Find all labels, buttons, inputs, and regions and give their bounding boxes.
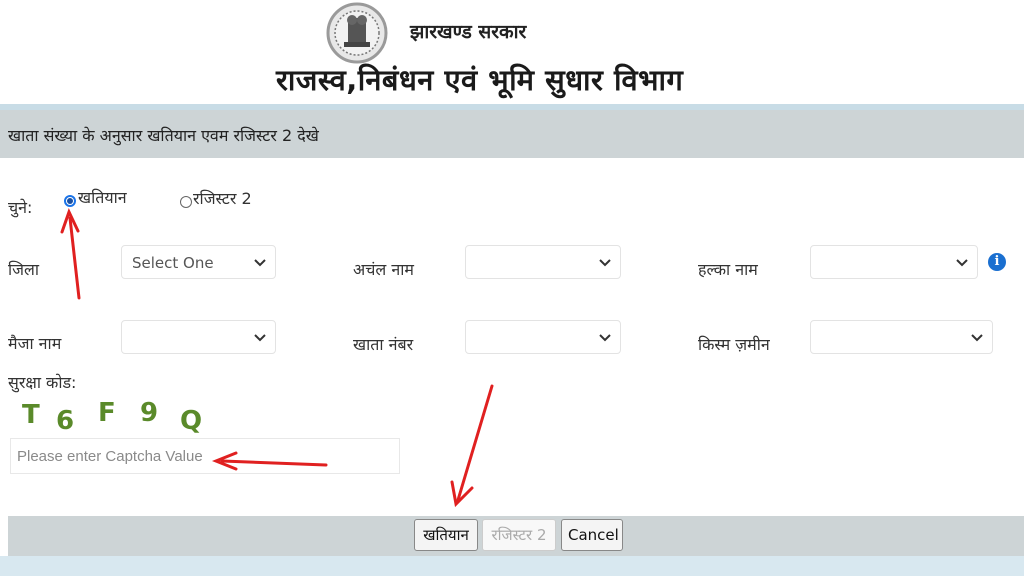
khatiyan-button[interactable]: खतियान — [414, 519, 478, 551]
district-label: जिला — [8, 260, 40, 279]
halka-select[interactable] — [810, 245, 978, 279]
chevron-down-icon — [599, 334, 611, 342]
form-title-bar: खाता संख्या के अनुसार खतियान एवम रजिस्टर… — [0, 110, 1024, 158]
khata-label: खाता नंबर — [353, 335, 414, 354]
chevron-down-icon — [956, 259, 968, 267]
land-type-label: किस्म ज़मीन — [698, 335, 770, 354]
captcha-image: T 6 F 9 Q — [18, 398, 228, 438]
khata-select[interactable] — [465, 320, 621, 354]
arrow-annotation-icon — [60, 208, 81, 300]
state-emblem-logo — [326, 2, 388, 64]
security-code-label: सुरक्षा कोड: — [8, 373, 77, 392]
radio-register2-label: रजिस्टर 2 — [193, 189, 252, 208]
captcha-char: 9 — [140, 398, 159, 428]
land-type-select[interactable] — [810, 320, 993, 354]
captcha-char: F — [98, 398, 116, 428]
halka-label: हल्का नाम — [698, 260, 758, 279]
chevron-down-icon — [254, 259, 266, 267]
form-title: खाता संख्या के अनुसार खतियान एवम रजिस्टर… — [8, 126, 319, 145]
circle-label: अचंल नाम — [353, 260, 414, 279]
radio-khatiyan[interactable] — [64, 195, 76, 207]
arrow-annotation-icon — [450, 384, 494, 508]
district-select-value: Select One — [132, 254, 214, 272]
register2-button[interactable]: रजिस्टर 2 — [482, 519, 556, 551]
chevron-down-icon — [971, 334, 983, 342]
circle-select[interactable] — [465, 245, 621, 279]
captcha-char: T — [22, 400, 40, 430]
cancel-button[interactable]: Cancel — [561, 519, 623, 551]
captcha-char: 6 — [56, 406, 75, 436]
department-title: राजस्व,निबंधन एवं भूमि सुधार विभाग — [276, 63, 684, 97]
mauza-select[interactable] — [121, 320, 276, 354]
district-select[interactable]: Select One — [121, 245, 276, 279]
footer-band — [0, 556, 1024, 576]
radio-khatiyan-label: खतियान — [78, 188, 127, 207]
captcha-char: Q — [180, 406, 203, 436]
state-name: झारखण्ड सरकार — [410, 21, 527, 43]
radio-register2[interactable] — [180, 196, 192, 208]
info-icon[interactable]: i — [988, 253, 1006, 271]
chevron-down-icon — [599, 259, 611, 267]
mauza-label: मैजा नाम — [8, 334, 62, 353]
chevron-down-icon — [254, 334, 266, 342]
page-header: झारखण्ड सरकार राजस्व,निबंधन एवं भूमि सुध… — [0, 0, 1024, 104]
choose-label: चुने: — [8, 198, 33, 217]
captcha-input[interactable] — [10, 438, 400, 474]
